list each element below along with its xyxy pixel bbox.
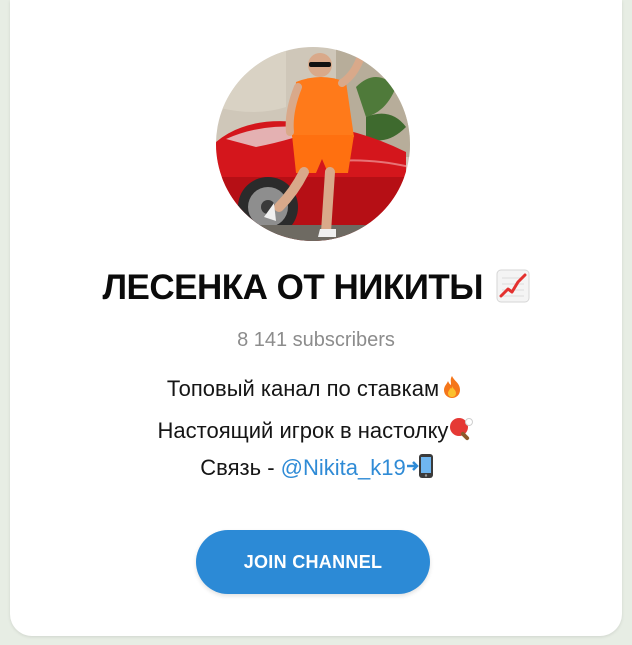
description-line-3: Связь - @Nikita_k19	[10, 453, 622, 482]
channel-title: ЛЕСЕНКА ОТ НИКИТЫ	[102, 268, 484, 307]
contact-link[interactable]: @Nikita_k19	[281, 455, 406, 480]
join-channel-button[interactable]: JOIN CHANNEL	[196, 530, 430, 594]
description-line-1: Топовый канал по ставкам	[10, 376, 622, 403]
description-text-1: Топовый канал по ставкам	[166, 376, 440, 401]
contact-prefix: Связь -	[200, 455, 281, 480]
subscriber-count: 8 141 subscribers	[237, 329, 395, 351]
fire-icon	[439, 374, 465, 400]
channel-avatar[interactable]	[216, 47, 410, 241]
description-text-2: Настоящий игрок в настолку	[157, 418, 449, 443]
mobile-phone-arrow-icon	[406, 453, 433, 479]
ping-pong-icon	[448, 416, 474, 442]
channel-title-row: ЛЕСЕНКА ОТ НИКИТЫ	[10, 268, 622, 308]
avatar-photo	[216, 47, 410, 241]
channel-card: ЛЕСЕНКА ОТ НИКИТЫ 8 141 subscribers Топо…	[10, 0, 622, 636]
description-line-2: Настоящий игрок в настолку	[10, 418, 622, 445]
chart-increasing-icon	[496, 269, 530, 303]
